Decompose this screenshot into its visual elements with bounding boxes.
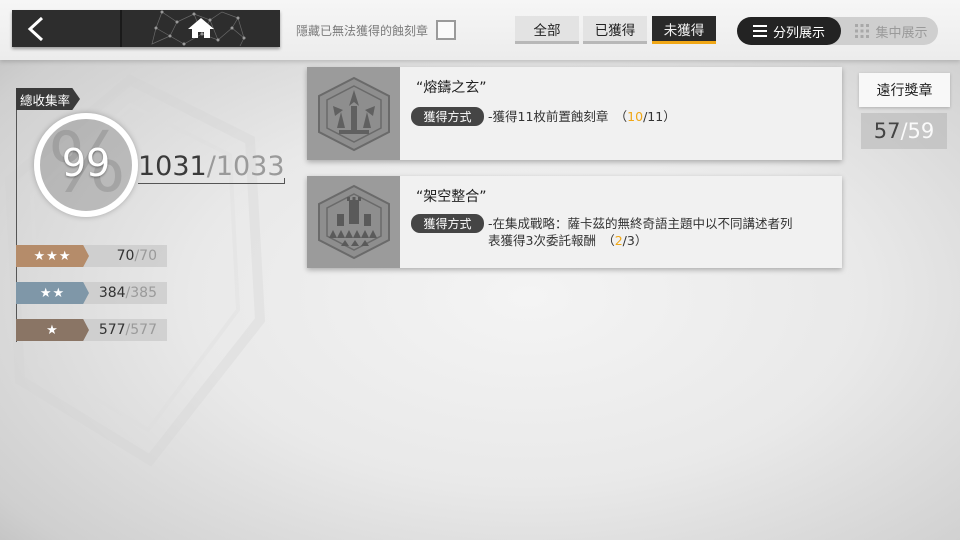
tier-collected: 577 <box>98 322 126 338</box>
progress-current: 2 <box>614 233 623 248</box>
two-star-icon: ★★ <box>16 282 89 304</box>
collected-count: 1031 <box>138 151 207 182</box>
collection-total: 1031/1033 <box>138 151 285 182</box>
back-button[interactable] <box>12 10 120 47</box>
hide-unobtainable-row[interactable]: 隱藏已無法獲得的蝕刻章 <box>296 17 457 43</box>
grid-view-button[interactable]: 集中展示 <box>845 17 938 45</box>
nav-group <box>12 10 280 47</box>
tier-total: /70 <box>134 248 157 264</box>
tower-medal-icon <box>318 184 390 260</box>
tier-total: /577 <box>125 322 157 338</box>
expedition-medal-count: 57/59 <box>861 113 947 149</box>
total-count: /1033 <box>206 151 285 182</box>
collection-rate-label: 總收集率 <box>16 88 80 110</box>
tab-unobtained[interactable]: 未獲得 <box>652 16 716 44</box>
tab-obtained[interactable]: 已獲得 <box>583 16 647 44</box>
list-view-button[interactable]: 分列展示 <box>737 17 841 45</box>
gothic-medal-icon <box>318 76 390 151</box>
total-underline-tick <box>284 178 285 184</box>
expedition-medal-button[interactable]: 遠行獎章 <box>859 73 950 107</box>
medal-card[interactable]: “架空整合” 獲得方式 -在集成戰略：薩卡茲的無終奇語主題中以不同講述者列 表獲… <box>307 176 842 268</box>
top-bar: 隱藏已無法獲得的蝕刻章 全部 已獲得 未獲得 分列展示 集中展示 <box>0 0 960 60</box>
tier-collected: 384 <box>98 285 126 301</box>
progress-total: /3） <box>622 233 648 248</box>
method-text: -獲得11枚前置蝕刻章 （ <box>488 109 628 124</box>
collection-rate-value: 99 <box>61 141 111 185</box>
medal-icon-box <box>307 67 400 160</box>
three-star-icon: ★★★ <box>16 245 89 267</box>
left-panel-rule <box>16 110 17 342</box>
medal-icon-box <box>307 176 400 268</box>
tier-2-star-count: 384/385 <box>99 282 157 304</box>
reward-current: 57 <box>873 119 901 143</box>
chevron-left-icon <box>27 16 44 42</box>
tier-collected: 70 <box>116 248 135 264</box>
method-description: -獲得11枚前置蝕刻章 （10/11） <box>488 108 676 125</box>
method-description: -在集成戰略：薩卡茲的無終奇語主題中以不同講述者列 表獲得3次委託報酬 （2/3… <box>488 215 793 249</box>
tier-3-star-count: 70/70 <box>117 245 157 267</box>
progress-current: 10 <box>627 109 644 124</box>
total-underline <box>138 183 285 184</box>
home-icon <box>188 18 214 38</box>
list-icon <box>752 25 767 37</box>
medal-card[interactable]: “熔鑄之玄” 獲得方式 -獲得11枚前置蝕刻章 （10/11） <box>307 67 842 160</box>
hide-unobtainable-checkbox[interactable] <box>436 20 457 40</box>
reward-total: /59 <box>900 119 935 143</box>
tab-all[interactable]: 全部 <box>515 16 579 44</box>
method-tag: 獲得方式 <box>411 214 484 233</box>
tier-total: /385 <box>125 285 157 301</box>
method-tag: 獲得方式 <box>411 107 484 126</box>
medal-title: “架空整合” <box>416 189 487 205</box>
medal-title: “熔鑄之玄” <box>416 80 487 96</box>
tier-3-star-row: ★★★ 70/70 <box>16 245 167 267</box>
grid-view-label: 集中展示 <box>875 25 928 41</box>
tier-2-star-row: ★★ 384/385 <box>16 282 167 304</box>
view-toggle: 分列展示 集中展示 <box>737 17 938 45</box>
grid-dots-icon <box>855 24 870 38</box>
tier-1-star-row: ★ 577/577 <box>16 319 167 341</box>
hide-unobtainable-label: 隱藏已無法獲得的蝕刻章 <box>296 23 429 38</box>
one-star-icon: ★ <box>16 319 89 341</box>
list-view-label: 分列展示 <box>772 25 825 41</box>
home-button[interactable] <box>122 10 280 47</box>
progress-total: /11） <box>643 109 676 124</box>
tier-1-star-count: 577/577 <box>99 319 157 341</box>
